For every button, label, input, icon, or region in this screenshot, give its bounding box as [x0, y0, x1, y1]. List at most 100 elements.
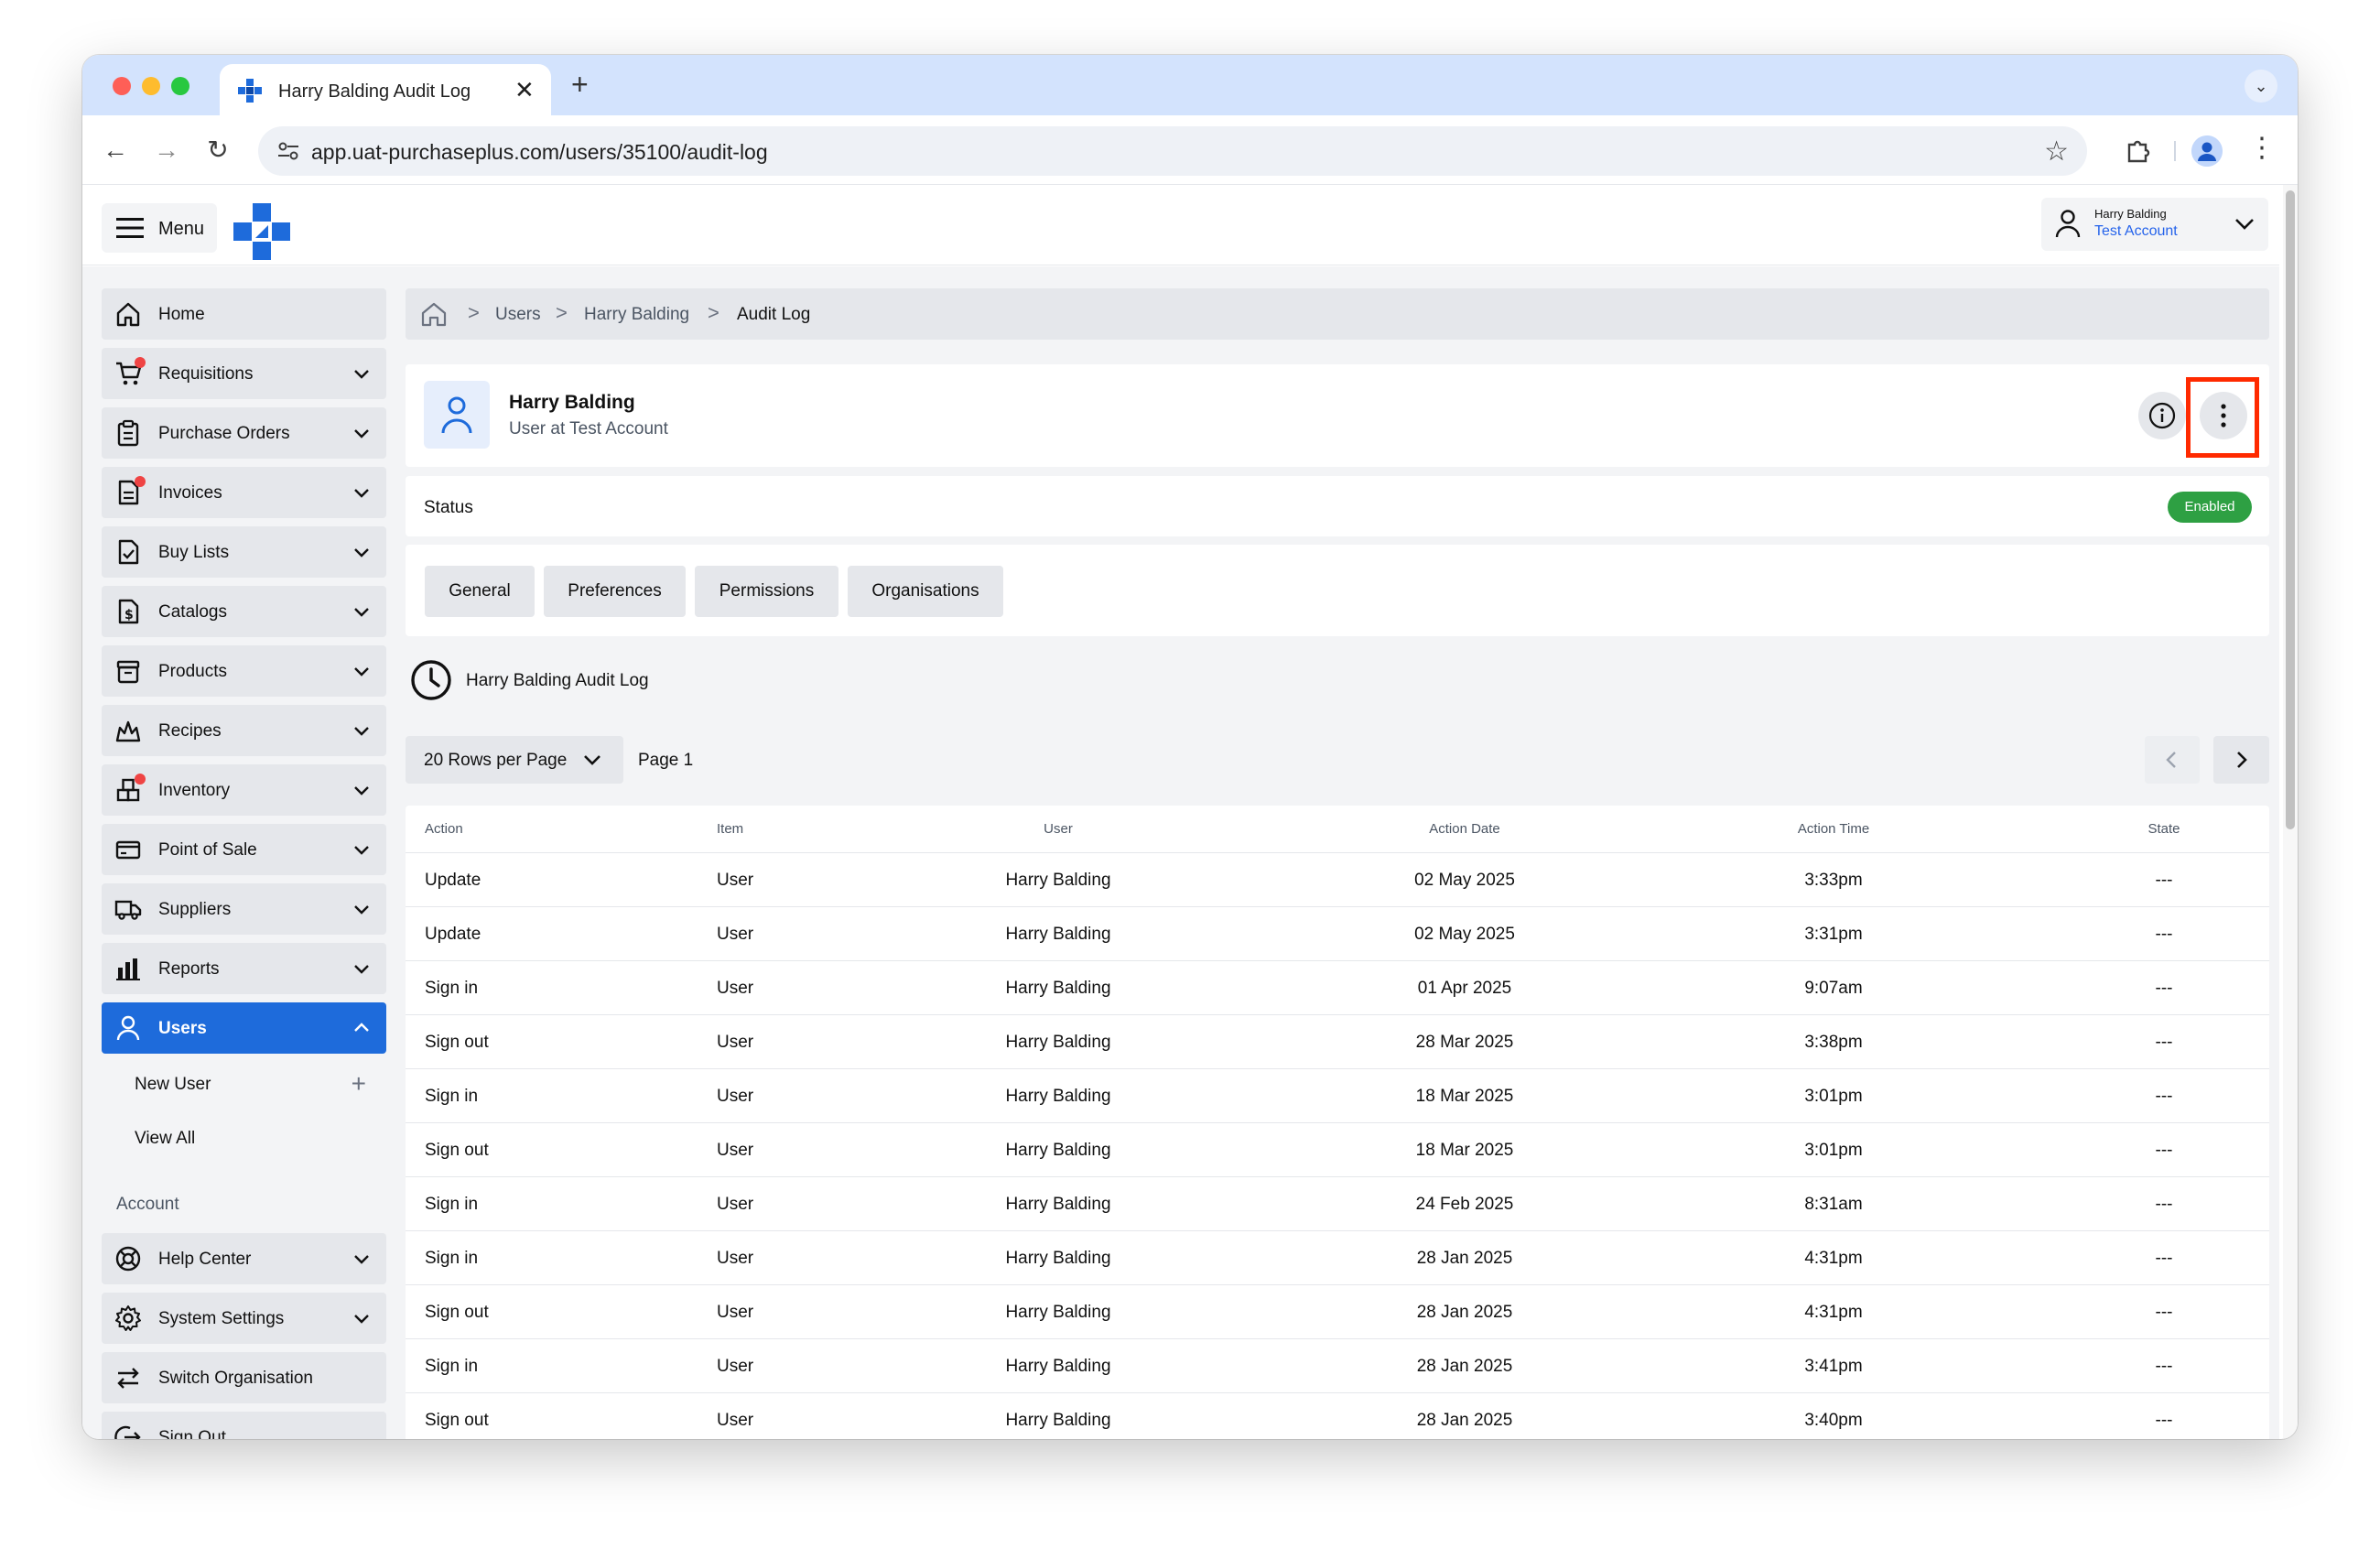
tab-title: Harry Balding Audit Log: [278, 81, 471, 102]
breadcrumb-users[interactable]: Users: [495, 305, 541, 325]
dollar-doc-icon: $: [118, 599, 139, 624]
column-header-action-time: Action Time: [1797, 821, 1870, 837]
browser-toolbar: ← → ↻ app.uat-purchaseplus.com/users/351…: [82, 115, 2298, 185]
info-button[interactable]: [2138, 392, 2186, 439]
cell-state: ---: [2155, 1033, 2173, 1052]
sidebar-item-users[interactable]: Users: [102, 1002, 386, 1054]
cell-user: Harry Balding: [1005, 925, 1111, 944]
tab-organisations[interactable]: Organisations: [848, 566, 1003, 617]
next-page-button[interactable]: [2213, 736, 2269, 784]
cell-action-date: 18 Mar 2025: [1415, 1141, 1514, 1160]
home-icon: [116, 302, 140, 327]
table-row[interactable]: Sign in User Harry Balding 28 Jan 2025 4:31p…: [406, 1231, 2269, 1285]
sidebar-item-recipes[interactable]: Recipes: [102, 705, 386, 756]
chef-icon: [115, 720, 141, 742]
table-row[interactable]: Sign out User Harry Balding 28 Mar 2025 3:38…: [406, 1015, 2269, 1069]
sidebar-item-label: Recipes: [158, 721, 222, 741]
sidebar-item-requisitions[interactable]: Requisitions: [102, 348, 386, 399]
sidebar-item-invoices[interactable]: Invoices: [102, 467, 386, 518]
purchaseplus-logo-icon[interactable]: [233, 203, 290, 260]
cell-action: Sign in: [425, 1195, 479, 1214]
tab-close-icon[interactable]: ✕: [514, 76, 535, 104]
tab-search-chevron-icon[interactable]: ⌄: [2245, 70, 2277, 103]
hamburger-icon: [116, 218, 144, 238]
minimize-window-button[interactable]: [142, 77, 160, 95]
forward-arrow-icon[interactable]: →: [148, 132, 185, 168]
tab-preferences[interactable]: Preferences: [544, 566, 686, 617]
table-row[interactable]: Sign out User Harry Balding 28 Jan 2025 4:31…: [406, 1285, 2269, 1339]
sidebar-subitem-view-all[interactable]: View All: [102, 1115, 386, 1161]
sidebar-item-point-of-sale[interactable]: Point of Sale: [102, 824, 386, 875]
profile-avatar-icon[interactable]: [2191, 135, 2223, 167]
column-header-action-date: Action Date: [1429, 821, 1500, 837]
cell-action-time: 4:31pm: [1804, 1303, 1863, 1322]
sidebar-item-reports[interactable]: Reports: [102, 943, 386, 994]
breadcrumb-audit-log: Audit Log: [737, 305, 811, 324]
sidebar-item-home[interactable]: Home: [102, 288, 386, 340]
sidebar-item-label: Point of Sale: [158, 840, 257, 860]
chevron-up-icon: [354, 1023, 369, 1032]
sidebar-subitem-new-user[interactable]: New User +: [102, 1061, 386, 1107]
bookmark-star-icon[interactable]: ☆: [2044, 135, 2069, 168]
user-account-switcher[interactable]: Harry Balding Test Account: [2041, 198, 2268, 251]
browser-menu-icon[interactable]: ⋮: [2248, 132, 2276, 164]
close-window-button[interactable]: [113, 77, 131, 95]
cell-state: ---: [2155, 871, 2173, 890]
sidebar-item-switch-organisation[interactable]: Switch Organisation: [102, 1352, 386, 1403]
maximize-window-button[interactable]: [171, 77, 189, 95]
sidebar-item-suppliers[interactable]: Suppliers: [102, 883, 386, 935]
breadcrumb-separator: >: [708, 301, 719, 324]
new-tab-button[interactable]: +: [571, 68, 589, 102]
cell-action: Update: [425, 871, 481, 890]
audit-log-title: Harry Balding Audit Log: [466, 671, 649, 690]
url-text[interactable]: app.uat-purchaseplus.com/users/35100/aud…: [311, 140, 768, 165]
sidebar-section-account: Account: [116, 1195, 179, 1214]
sidebar-item-label: Catalogs: [158, 602, 227, 622]
sidebar-item-products[interactable]: Products: [102, 645, 386, 697]
tab-general[interactable]: General: [425, 566, 535, 617]
table-row[interactable]: Update User Harry Balding 02 May 2025 3:31pm…: [406, 907, 2269, 961]
avatar: [424, 381, 490, 449]
page-scrollbar[interactable]: [2283, 185, 2298, 1439]
breadcrumb-user-name[interactable]: Harry Balding: [584, 305, 689, 325]
clipboard-icon: [117, 419, 139, 447]
table-row[interactable]: Sign in User Harry Balding 01 Apr 2025 9:07a…: [406, 961, 2269, 1015]
rows-per-page-value: 20 Rows per Page: [424, 751, 568, 770]
table-row[interactable]: Update User Harry Balding 02 May 2025 3:33pm…: [406, 853, 2269, 907]
site-settings-icon[interactable]: [276, 139, 300, 163]
reload-icon[interactable]: ↻: [200, 132, 236, 168]
chevron-down-icon: [354, 1315, 369, 1324]
sidebar-item-catalogs[interactable]: $ Catalogs: [102, 586, 386, 637]
cell-state: ---: [2155, 1411, 2173, 1430]
table-row[interactable]: Sign in User Harry Balding 28 Jan 2025 3:41p…: [406, 1339, 2269, 1393]
column-header-action: Action: [425, 821, 463, 837]
cell-state: ---: [2155, 1357, 2173, 1376]
sidebar-item-label: Reports: [158, 959, 220, 979]
sidebar-item-purchase-orders[interactable]: Purchase Orders: [102, 407, 386, 459]
address-bar[interactable]: app.uat-purchaseplus.com/users/35100/aud…: [258, 126, 2087, 176]
tab-permissions[interactable]: Permissions: [695, 566, 838, 617]
table-row[interactable]: Sign in User Harry Balding 24 Feb 2025 8:31a…: [406, 1177, 2269, 1231]
chevron-down-icon: [354, 965, 369, 974]
previous-page-button[interactable]: [2145, 736, 2200, 784]
home-icon[interactable]: [420, 301, 448, 327]
plus-icon[interactable]: +: [352, 1071, 366, 1097]
sidebar-item-sign-out[interactable]: Sign Out: [102, 1412, 386, 1439]
browser-tab[interactable]: Harry Balding Audit Log ✕: [220, 64, 551, 115]
chevron-down-icon: [354, 548, 369, 557]
sidebar-item-inventory[interactable]: Inventory: [102, 764, 386, 816]
cell-action-date: 18 Mar 2025: [1415, 1087, 1514, 1106]
sidebar-item-system-settings[interactable]: System Settings: [102, 1293, 386, 1344]
table-row[interactable]: Sign out User Harry Balding 18 Mar 2025 3:01…: [406, 1123, 2269, 1177]
cell-action-date: 02 May 2025: [1414, 925, 1515, 944]
menu-button[interactable]: Menu: [102, 203, 217, 253]
sidebar-item-buy-lists[interactable]: Buy Lists: [102, 526, 386, 578]
sidebar-item-label: Help Center: [158, 1250, 252, 1269]
rows-per-page-select[interactable]: 20 Rows per Page: [406, 736, 623, 784]
table-row[interactable]: Sign in User Harry Balding 18 Mar 2025 3:01p…: [406, 1069, 2269, 1123]
back-arrow-icon[interactable]: ←: [97, 132, 134, 168]
table-row[interactable]: Sign out User Harry Balding 28 Jan 2025 3:40…: [406, 1393, 2269, 1439]
sidebar-item-help-center[interactable]: Help Center: [102, 1233, 386, 1284]
extensions-puzzle-icon[interactable]: [2122, 134, 2155, 167]
scrollbar-thumb[interactable]: [2286, 190, 2295, 829]
